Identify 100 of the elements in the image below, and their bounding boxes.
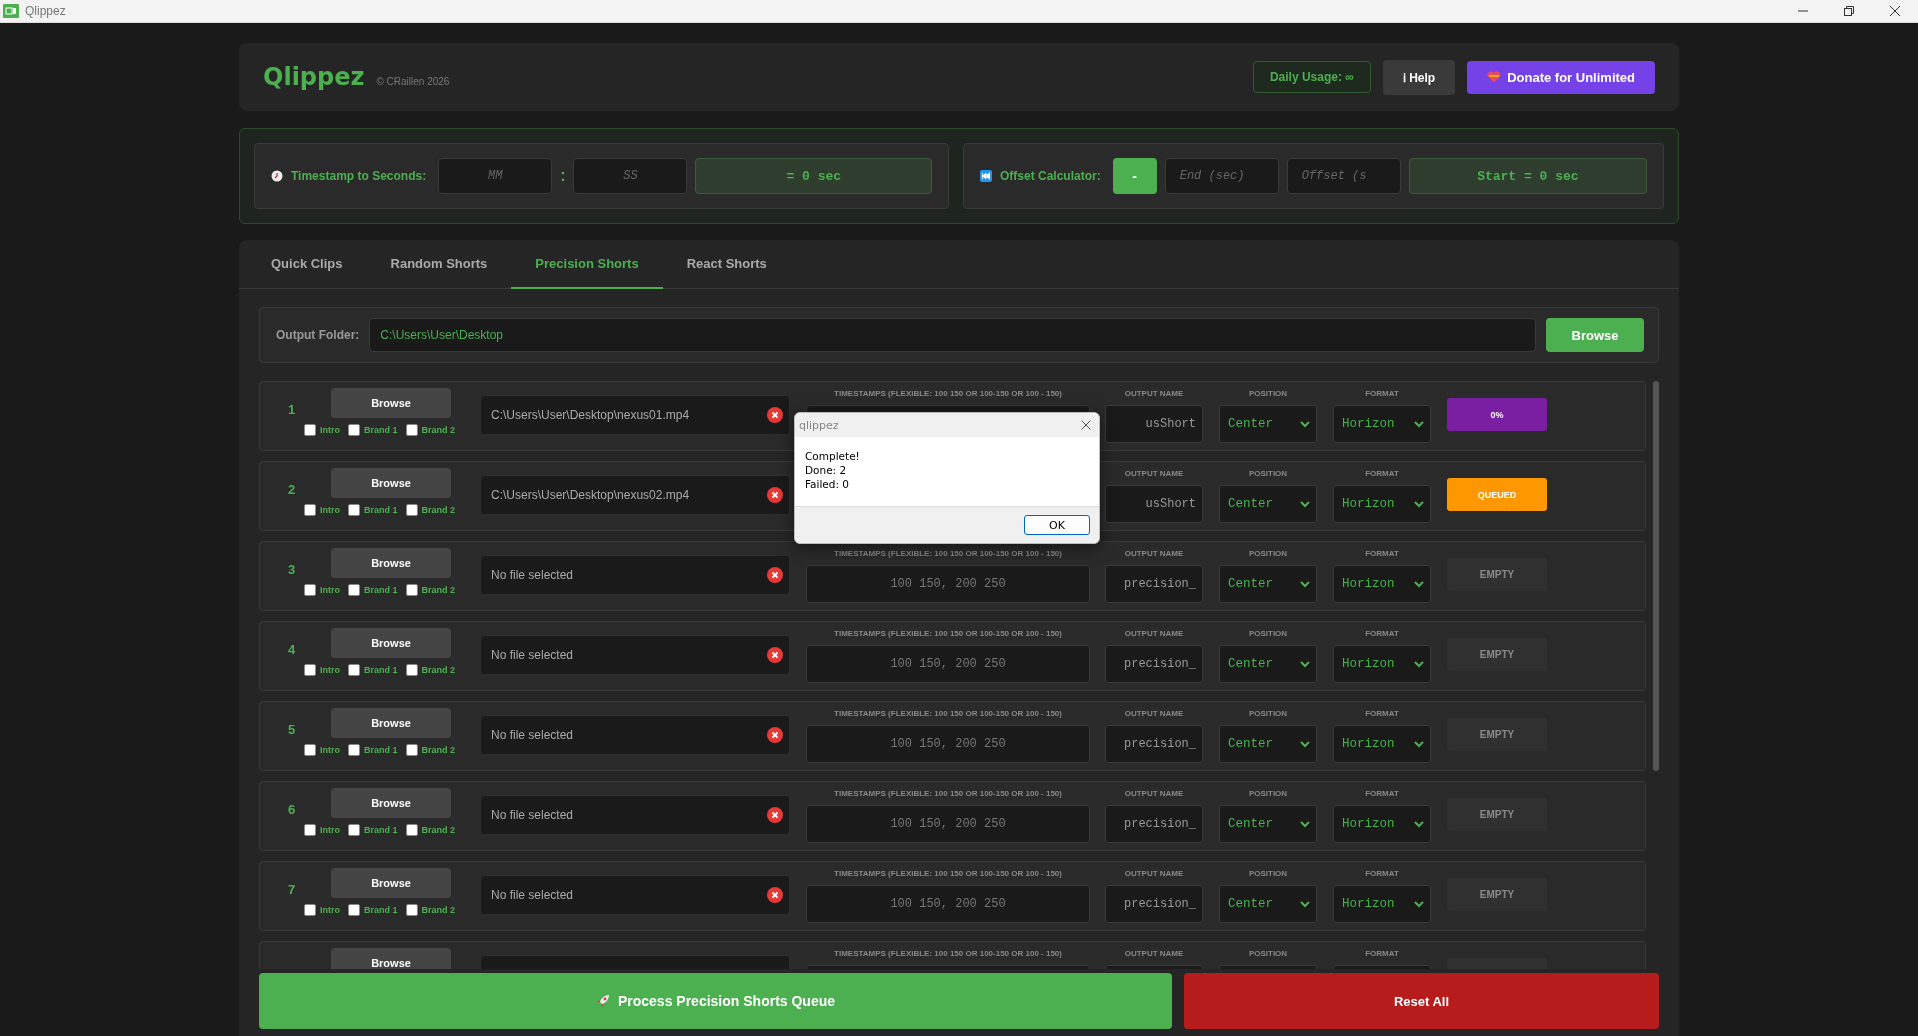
browse-button[interactable]: Browse [331,948,451,969]
checkbox-label: Brand 1 [364,905,398,915]
remove-icon[interactable] [767,647,783,663]
checkbox[interactable] [348,664,360,676]
checkbox[interactable] [304,584,316,596]
output-name-field[interactable]: precision_ [1105,885,1203,923]
checkbox[interactable] [348,424,360,436]
output-folder-field[interactable]: C:\Users\User\Desktop [369,318,1536,352]
file-field[interactable]: No file selected [480,715,790,755]
field-label: OUTPUT NAME [1124,949,1184,960]
checkbox[interactable] [304,744,316,756]
remove-icon[interactable] [767,807,783,823]
checkbox[interactable] [405,664,418,676]
field-label: TIMESTAMPS (FLEXIBLE: 100 150 OR 100-150 OR 100 - 150) [834,949,1062,960]
timestamps-field[interactable]: 100 150, 200 250 [806,645,1090,683]
format-dropdown[interactable]: Horizon [1333,485,1431,523]
position-dropdown[interactable]: Center [1219,725,1317,763]
timestamps-field[interactable]: 100 150, 200 250 [806,805,1090,843]
file-field[interactable]: No file selected [480,635,790,675]
help-button[interactable]: ℹ Help [1382,59,1456,95]
reset-button[interactable]: Reset All [1184,973,1659,1029]
format-dropdown[interactable]: Horizon [1333,805,1431,843]
checkbox[interactable] [304,664,316,676]
position-dropdown[interactable]: Center [1219,885,1317,923]
file-field[interactable]: No file selected [480,555,790,595]
checkbox-label: Intro [320,905,340,915]
file-field[interactable]: C:\Users\User\Desktop\nexus01.mp4 [480,395,790,435]
position-dropdown[interactable]: Center [1219,805,1317,843]
timestamps-field[interactable]: 100 150, 200 250 [806,885,1090,923]
position-dropdown[interactable]: Center [1219,405,1317,443]
browse-button[interactable]: Browse [331,788,451,818]
checkbox[interactable] [405,744,418,756]
browse-button[interactable]: Browse [331,388,451,418]
format-dropdown[interactable]: Horizon [1333,885,1431,923]
output-name-field[interactable]: usShort [1105,485,1203,523]
chevron-icon [1414,420,1424,428]
output-name-field[interactable]: precision_ [1105,805,1203,843]
usage-badge: Daily Usage: ∞ [1252,61,1371,93]
file-field[interactable]: No file selected [480,795,790,835]
row-number: 5 [288,722,296,737]
remove-icon[interactable] [767,727,783,743]
position-dropdown[interactable]: Center [1219,565,1317,603]
output-name-field[interactable]: precision_ [1105,645,1203,683]
checkbox[interactable] [405,904,418,916]
close-icon[interactable] [1081,420,1091,430]
file-field[interactable]: C:\Users\User\Desktop\nexus02.mp4 [480,475,790,515]
message-line: Failed: 0 [805,477,851,491]
browse-button[interactable]: Browse [331,548,451,578]
output-name-field[interactable]: precision_ [1105,565,1203,603]
remove-icon[interactable] [767,887,783,903]
row-number: 7 [288,882,296,897]
app-icon [3,4,19,18]
timestamps-field[interactable]: 100 150, 200 250 [806,565,1090,603]
close-icon[interactable] [1889,5,1901,17]
scrollbar-thumb[interactable] [1653,381,1659,771]
tab[interactable]: Quick Clips [247,240,367,289]
checkbox[interactable] [405,824,418,836]
format-dropdown[interactable]: Horizon [1333,565,1431,603]
browse-button[interactable]: Browse [331,468,451,498]
checkbox[interactable] [405,504,418,516]
checkbox[interactable] [348,904,360,916]
donate-button[interactable]: Donate for Unlimited [1467,60,1655,94]
output-name-field[interactable]: usShort [1105,405,1203,443]
checkbox[interactable] [348,824,360,836]
checkbox[interactable] [304,824,316,836]
checkbox[interactable] [304,904,316,916]
checkbox[interactable] [348,504,360,516]
checkbox-label: Brand 2 [421,745,456,755]
format-dropdown[interactable]: Horizon [1333,405,1431,443]
checkbox[interactable] [405,584,418,596]
field-label: TIMESTAMPS (FLEXIBLE: 100 150 OR 100-150 OR 100 - 150) [834,709,1062,720]
browse-button[interactable]: Browse [331,708,451,738]
checkbox[interactable] [348,584,360,596]
format-dropdown[interactable]: Horizon [1333,645,1431,683]
tool-label: Offset Calculator: [1000,169,1101,183]
checkbox[interactable] [304,424,316,436]
checkbox[interactable] [348,744,360,756]
field-label: TIMESTAMPS (FLEXIBLE: 100 150 OR 100-150 OR 100 - 150) [834,629,1062,640]
tab[interactable]: Random Shorts [366,240,512,289]
field-label: FORMAT [1365,869,1399,880]
output-name-field[interactable]: precision_ [1105,725,1203,763]
tab[interactable]: React Shorts [662,240,791,289]
timestamps-field[interactable]: 100 150, 200 250 [806,725,1090,763]
chevron-icon [1300,420,1310,428]
remove-icon[interactable] [767,567,783,583]
restore-icon[interactable] [1843,5,1855,17]
ok-button[interactable]: OK [1024,515,1090,535]
checkbox[interactable] [304,504,316,516]
browse-button[interactable]: Browse [331,868,451,898]
position-dropdown[interactable]: Center [1219,485,1317,523]
tab[interactable]: Precision Shorts [511,240,663,289]
remove-icon[interactable] [767,487,783,503]
file-field[interactable]: No file selected [480,875,790,915]
format-dropdown[interactable]: Horizon [1333,725,1431,763]
position-dropdown[interactable]: Center [1219,645,1317,683]
browse-button[interactable]: Browse [331,628,451,658]
checkbox[interactable] [405,424,418,436]
row-number: 1 [288,402,296,417]
checkbox-label: Brand 1 [364,745,398,755]
remove-icon[interactable] [767,407,783,423]
